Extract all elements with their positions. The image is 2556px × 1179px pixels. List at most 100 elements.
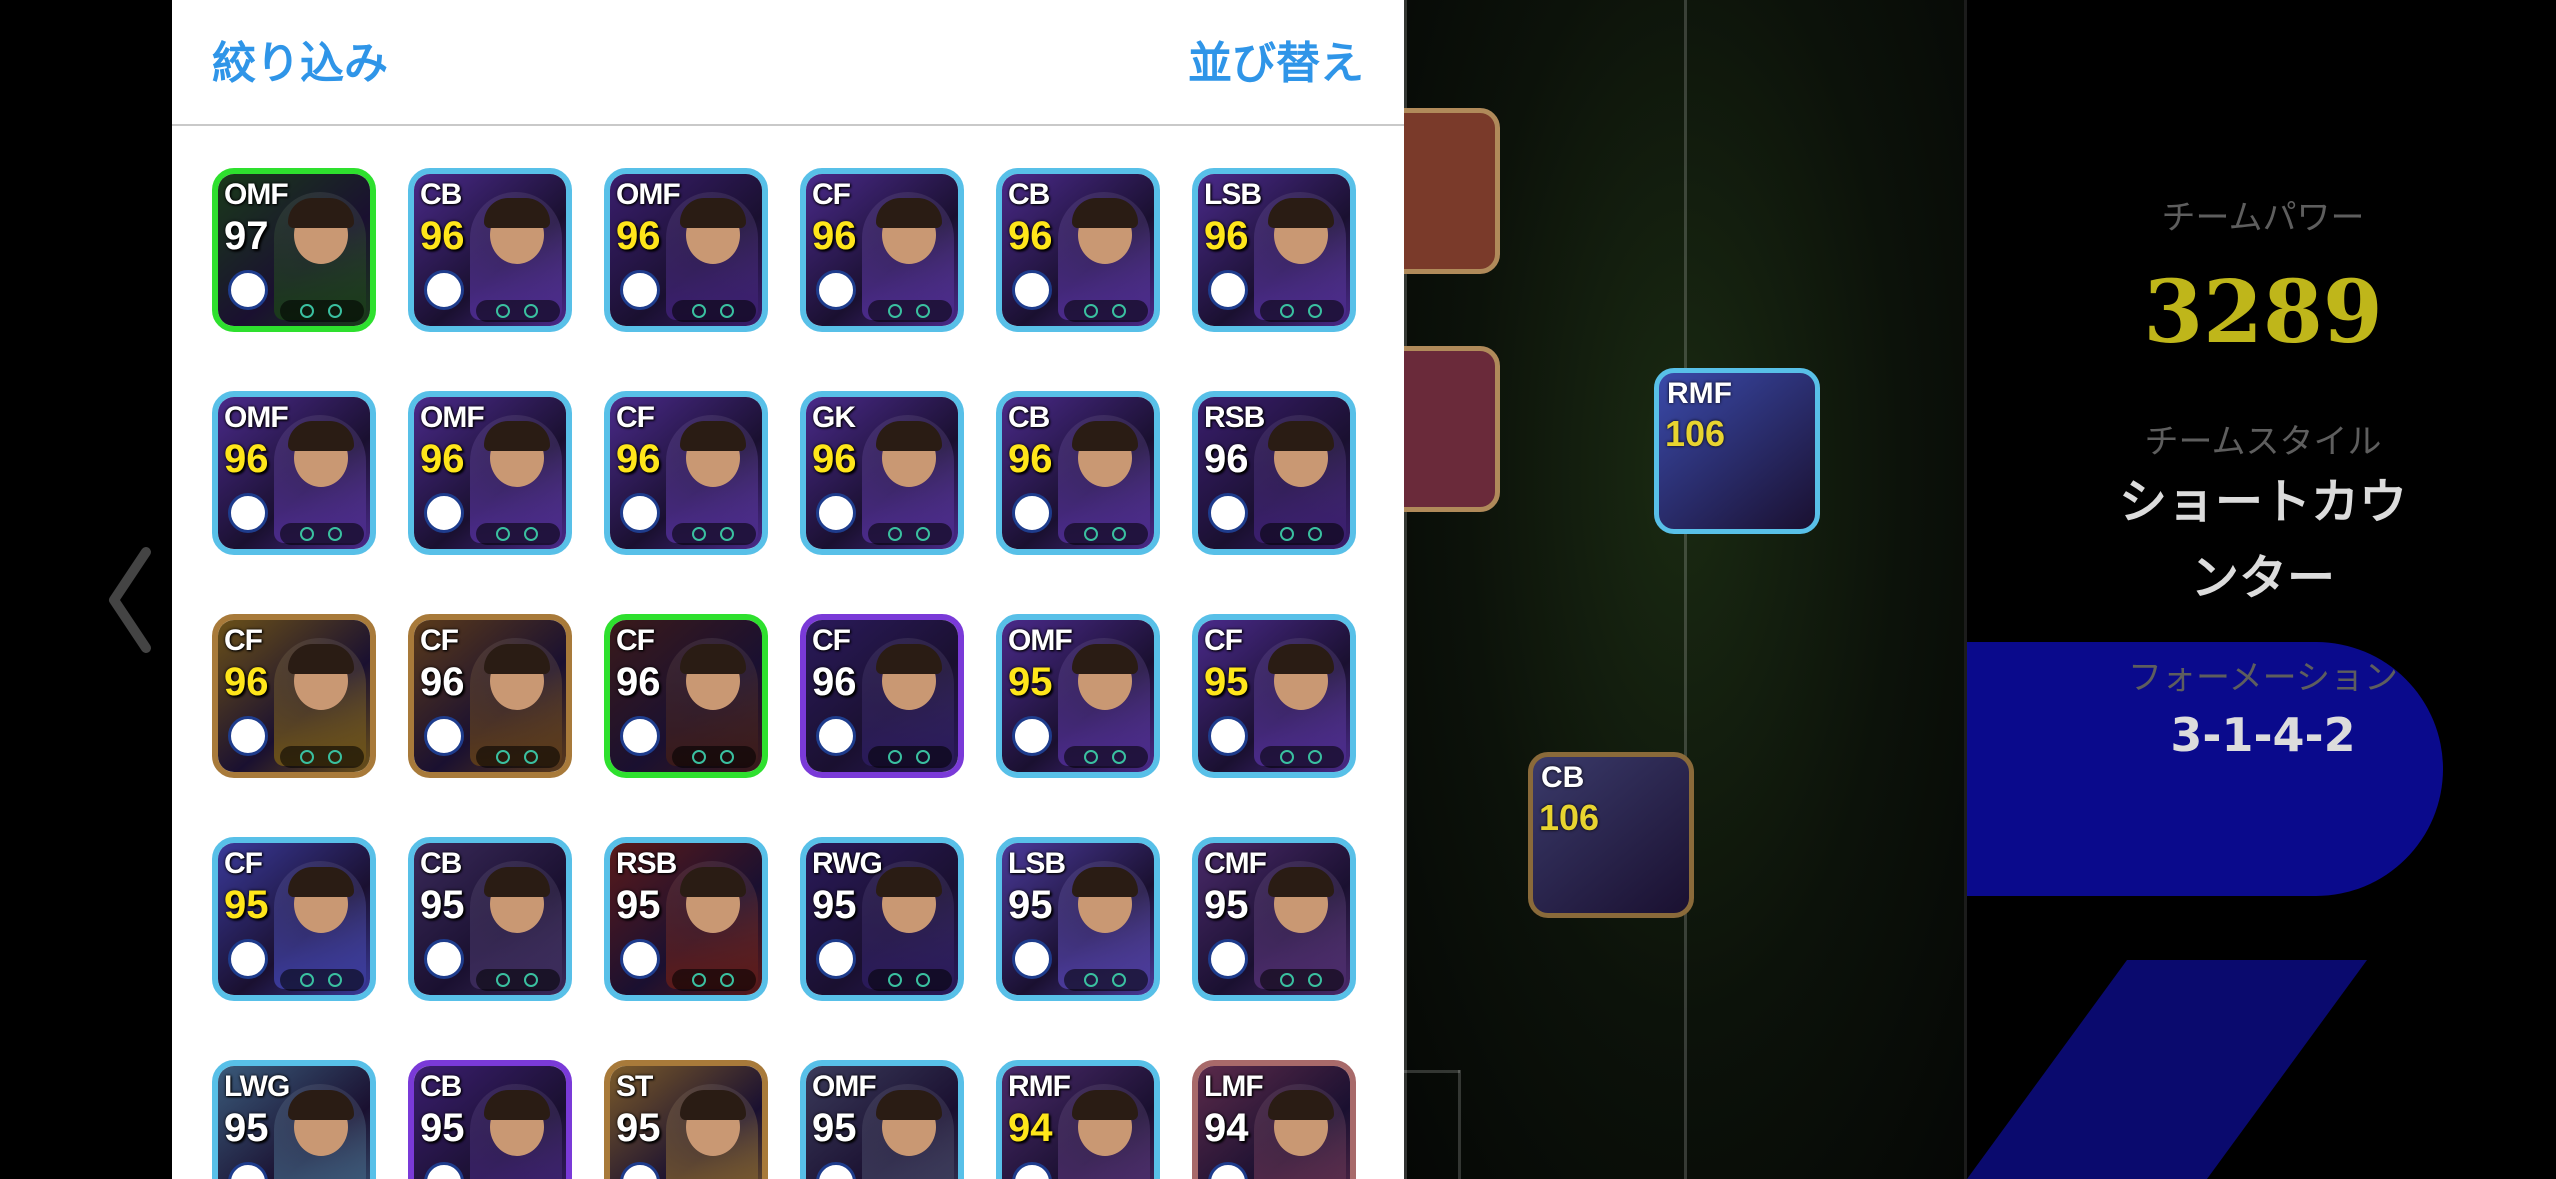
player-rating: 95 — [616, 1106, 661, 1150]
pitch-player-partial[interactable] — [1404, 108, 1500, 274]
player-card[interactable]: OMF 95 — [996, 614, 1160, 778]
player-rating: 95 — [616, 883, 661, 927]
filter-button[interactable]: 絞り込み — [212, 36, 388, 92]
formation-label: フォーメーション — [2128, 658, 2398, 698]
player-rating: 95 — [1008, 883, 1053, 927]
player-card[interactable]: ST 95 — [604, 1060, 768, 1179]
player-card[interactable]: RSB 96 — [1192, 391, 1356, 555]
player-position: RSB — [616, 847, 677, 880]
club-badge-icon — [424, 493, 464, 533]
skill-pips-icon — [1260, 300, 1344, 322]
player-card[interactable]: CB 96 — [996, 391, 1160, 555]
team-style-value-line2: ンター — [2190, 550, 2335, 606]
sort-button[interactable]: 並び替え — [1188, 36, 1364, 92]
player-card[interactable]: CF 95 — [212, 837, 376, 1001]
player-card[interactable]: RMF 94 — [996, 1060, 1160, 1179]
team-style-label: チームスタイル — [2144, 422, 2382, 462]
player-position: RMF — [1008, 1070, 1071, 1103]
player-rating: 95 — [1008, 660, 1053, 704]
player-rating: 96 — [616, 660, 661, 704]
player-portrait — [1254, 1084, 1346, 1179]
player-position: ST — [616, 1070, 653, 1103]
player-position: RSB — [1204, 401, 1265, 434]
skill-pips-icon — [280, 746, 364, 768]
player-card[interactable]: RWG 95 — [800, 837, 964, 1001]
player-card[interactable]: OMF 97 — [212, 168, 376, 332]
player-card[interactable]: CF 96 — [212, 614, 376, 778]
pitch-player-card[interactable]: CB 106 — [1528, 752, 1694, 918]
pitch-line — [1684, 0, 1687, 1179]
player-portrait — [470, 1084, 562, 1179]
player-card[interactable]: LSB 95 — [996, 837, 1160, 1001]
club-badge-icon — [1208, 493, 1248, 533]
skill-pips-icon — [280, 300, 364, 322]
player-rating: 96 — [420, 437, 465, 481]
player-card[interactable]: OMF 96 — [604, 168, 768, 332]
player-card[interactable]: OMF 96 — [408, 391, 572, 555]
player-card[interactable]: CB 95 — [408, 1060, 572, 1179]
player-position: CF — [812, 624, 851, 657]
player-card[interactable]: CF 96 — [604, 614, 768, 778]
player-position: CB — [420, 847, 462, 880]
club-badge-icon — [424, 939, 464, 979]
skill-pips-icon — [476, 300, 560, 322]
player-card[interactable]: CF 95 — [1192, 614, 1356, 778]
player-card[interactable]: GK 96 — [800, 391, 964, 555]
player-card[interactable]: CF 96 — [604, 391, 768, 555]
player-position: CB — [1008, 401, 1050, 434]
skill-pips-icon — [476, 523, 560, 545]
skill-pips-icon — [868, 523, 952, 545]
player-card[interactable]: CMF 95 — [1192, 837, 1356, 1001]
player-position: LSB — [1204, 178, 1262, 211]
club-badge-icon — [1012, 493, 1052, 533]
player-card[interactable]: OMF 95 — [800, 1060, 964, 1179]
player-position: RWG — [812, 847, 883, 880]
player-position: CF — [616, 401, 655, 434]
player-rating: 96 — [1204, 437, 1249, 481]
player-rating: 95 — [224, 1106, 269, 1150]
player-rating: 96 — [812, 437, 857, 481]
club-badge-icon — [816, 493, 856, 533]
player-position: LSB — [1008, 847, 1066, 880]
club-badge-icon — [1012, 270, 1052, 310]
team-power-label: チームパワー — [2161, 198, 2365, 238]
player-position: OMF — [1008, 624, 1073, 657]
player-position: OMF — [420, 401, 485, 434]
player-position: OMF — [812, 1070, 877, 1103]
player-position: CB — [1541, 761, 1585, 794]
player-position: GK — [812, 401, 856, 434]
team-style-value-line1: ショートカウ — [2118, 474, 2407, 530]
player-card[interactable]: CB 95 — [408, 837, 572, 1001]
player-rating: 96 — [812, 214, 857, 258]
player-portrait — [666, 1084, 758, 1179]
player-card[interactable]: CF 96 — [800, 614, 964, 778]
player-rating: 96 — [812, 660, 857, 704]
skill-pips-icon — [1064, 746, 1148, 768]
club-badge-icon — [1208, 716, 1248, 756]
player-card[interactable]: CB 96 — [996, 168, 1160, 332]
club-badge-icon — [620, 716, 660, 756]
skill-pips-icon — [1064, 300, 1148, 322]
skill-pips-icon — [1064, 969, 1148, 991]
player-card[interactable]: OMF 96 — [212, 391, 376, 555]
pitch-player-card[interactable]: RMF 106 — [1654, 368, 1820, 534]
club-badge-icon — [228, 270, 268, 310]
player-card[interactable]: CF 96 — [800, 168, 964, 332]
skill-pips-icon — [280, 969, 364, 991]
player-position: OMF — [616, 178, 681, 211]
player-card-grid: OMF 97 CB 96 OMF 96 CF 96 CB 96 LSB 96 OMF 96 OMF 96 CF 9… — [212, 168, 1382, 1179]
player-rating: 96 — [1204, 214, 1249, 258]
player-position: CF — [812, 178, 851, 211]
player-card[interactable]: LSB 96 — [1192, 168, 1356, 332]
pitch-line — [1458, 1070, 1461, 1179]
skill-pips-icon — [672, 523, 756, 545]
player-card[interactable]: RSB 95 — [604, 837, 768, 1001]
player-card[interactable]: LMF 94 — [1192, 1060, 1356, 1179]
pitch-player-partial[interactable] — [1404, 346, 1500, 512]
chevron-left-icon[interactable] — [100, 540, 160, 660]
player-card[interactable]: CF 96 — [408, 614, 572, 778]
player-card[interactable]: CB 96 — [408, 168, 572, 332]
team-style-value: ショートカウ ンター — [1967, 464, 2556, 616]
player-card[interactable]: LWG 95 — [212, 1060, 376, 1179]
team-info-panel: チームパワー 3289 チームスタイル ショートカウ ンター フォーメーション … — [1964, 0, 2556, 1179]
